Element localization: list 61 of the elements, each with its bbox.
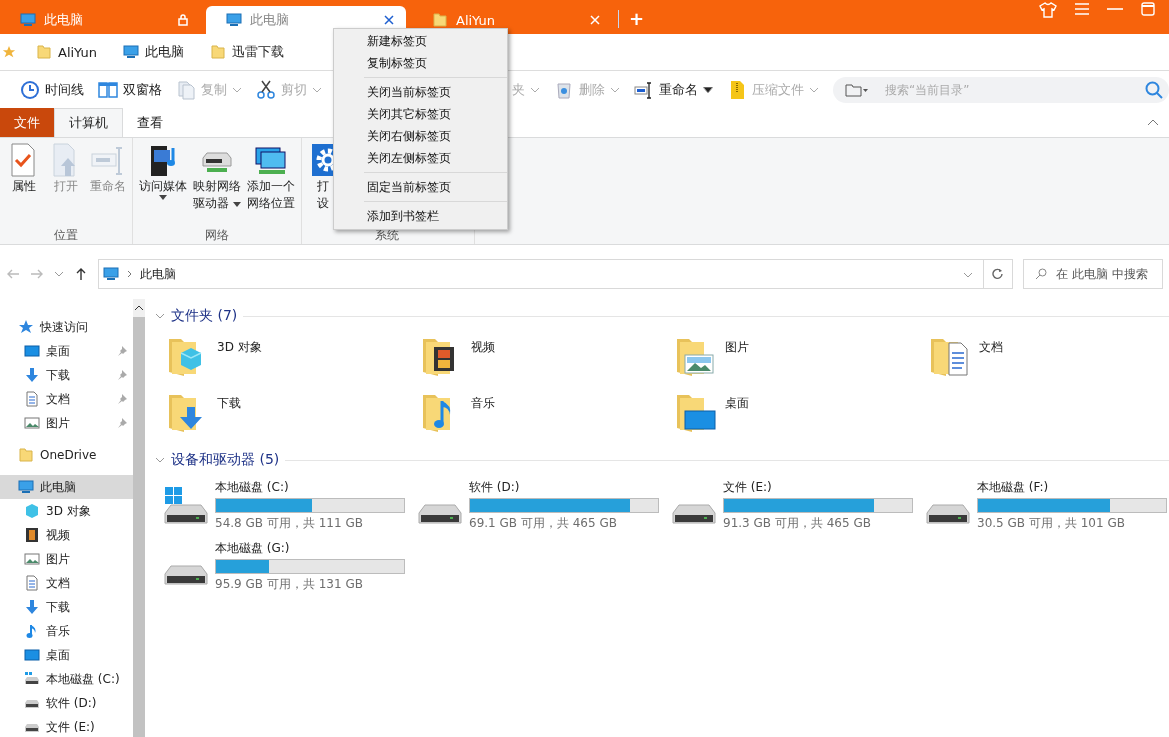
free-space-text: 91.3 GB 可用，共 465 GB [723,515,872,532]
ribbon-button[interactable]: 映射网络 驱动器 [191,142,243,227]
bookmark[interactable]: 此电脑 [117,42,191,62]
section-header[interactable]: 文件夹 (7) [155,307,238,325]
free-space-text: 95.9 GB 可用，共 131 GB [215,576,364,593]
toolbar-button[interactable]: 时间线 [20,79,84,100]
sidebar-item[interactable]: 桌面 [0,339,133,363]
search-field[interactable]: 在 此电脑 中搜索 [1023,259,1163,289]
sidebar-item[interactable]: 图片 [0,411,133,435]
toolbar-button[interactable]: 双窗格 [98,79,162,100]
section-header[interactable]: 设备和驱动器 (5) [155,451,280,469]
free-space-text: 30.5 GB 可用，共 101 GB [977,515,1126,532]
folder-name[interactable]: 文档 [979,339,1003,356]
bookmark[interactable]: 迅雷下载 [204,42,291,62]
drive-name[interactable]: 本地磁盘 (G:) [215,540,405,557]
sidebar-item[interactable]: 下载 [0,595,133,619]
menu-item[interactable]: 关闭右侧标签页 [334,125,507,147]
folder-name[interactable]: 音乐 [471,395,495,412]
sidebar-item[interactable]: 此电脑 [0,475,133,499]
menu-item[interactable]: 添加到书签栏 [334,205,507,227]
drive-name[interactable]: 文件 (E:) [723,479,913,496]
group-label: 位置 [54,227,78,244]
ribbon-tab[interactable]: 文件 [0,108,54,137]
drive-name[interactable]: 本地磁盘 (C:) [215,479,405,496]
sidebar-item[interactable]: 文档 [0,571,133,595]
address-bar[interactable]: 此电脑 [98,259,984,289]
ribbon-tab[interactable]: 计算机 [54,108,123,137]
menu-item[interactable]: 关闭当前标签页 [334,81,507,103]
ribbon-button[interactable]: 访问媒体 [137,142,189,227]
sidebar-item[interactable]: 文档 [0,387,133,411]
free-space-text: 54.8 GB 可用，共 111 GB [215,515,364,532]
sidebar-item[interactable]: 文件 (E:) [0,715,133,737]
ribbon-button[interactable]: 添加一个 网络位置 [245,142,297,227]
menu-item[interactable]: 关闭左侧标签页 [334,147,507,169]
free-space-text: 69.1 GB 可用，共 465 GB [469,515,618,532]
folder-name[interactable]: 下载 [217,395,241,412]
sidebar-item[interactable]: OneDrive [0,443,133,467]
bookmark[interactable]: AliYun [30,43,104,61]
menu-item[interactable]: 关闭其它标签页 [334,103,507,125]
sidebar-item[interactable]: 快速访问 [0,315,133,339]
drive-name[interactable]: 本地磁盘 (F:) [977,479,1167,496]
folder-name[interactable]: 3D 对象 [217,339,262,356]
sidebar-item[interactable]: 图片 [0,547,133,571]
sidebar-item[interactable]: 音乐 [0,619,133,643]
sidebar-item[interactable]: 视频 [0,523,133,547]
group-label: 网络 [205,227,229,244]
sidebar-item[interactable]: 3D 对象 [0,499,133,523]
search-field[interactable]: 搜索“当前目录” [833,76,1169,103]
sidebar-item[interactable]: 桌面 [0,643,133,667]
sidebar-item[interactable]: 下载 [0,363,133,387]
sidebar-item[interactable]: 软件 (D:) [0,691,133,715]
folder-name[interactable]: 桌面 [725,395,749,412]
menu-item[interactable]: 固定当前标签页 [334,176,507,198]
sidebar-item[interactable]: 本地磁盘 (C:) [0,667,133,691]
ribbon-button[interactable]: 属性 [4,142,44,227]
toolbar-button[interactable]: 重命名 [634,79,713,100]
drive-name[interactable]: 软件 (D:) [469,479,659,496]
browser-tab[interactable]: 此电脑 [206,6,406,34]
folder-name[interactable]: 视频 [471,339,495,356]
folder-name[interactable]: 图片 [725,339,749,356]
menu-item[interactable]: 复制标签页 [334,52,507,74]
